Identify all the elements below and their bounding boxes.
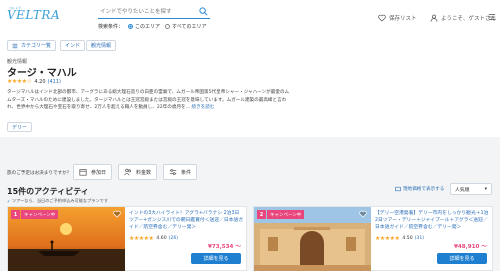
- local-price-link[interactable]: 現地価格で表示する: [395, 186, 444, 192]
- activity-card[interactable]: 1 キャンペーン中 インドの3大ハイライト！アグラ+バラナシ 2泊3日ツアー+ガ…: [7, 206, 247, 271]
- currency-icon: [395, 186, 401, 192]
- page-title: タージ・マハル: [7, 68, 77, 79]
- description: タージマハルはインド北部の都市、アーグラにある総大理石造りの白亜の霊廟で、ムガー…: [7, 90, 290, 111]
- category-list-button[interactable]: カテゴリ一覧: [7, 40, 57, 51]
- rating-stars: ★★★★★: [129, 235, 154, 242]
- list-icon: [12, 43, 18, 48]
- radio-this-area[interactable]: [128, 24, 134, 29]
- campaign-badge: キャンペーン中: [267, 210, 305, 219]
- account-link[interactable]: ようこそ、ゲストさん: [430, 14, 496, 22]
- calendar-icon: [79, 169, 87, 176]
- plan-question: 旅のご予定はお決まりですか？: [7, 171, 72, 176]
- card-title[interactable]: インドの3大ハイライト！アグラ+バラナシ 2泊3日ツアー+ガンジス川での朝日鑑賞…: [129, 210, 244, 231]
- rank-badge: 2: [257, 210, 266, 219]
- price-filter-button[interactable]: 料金数: [118, 164, 158, 180]
- date-filter-button[interactable]: 参加日: [73, 164, 113, 180]
- same-day-note: ⚡ ツアーなら、当日のご予約申込み可能なプランです: [7, 198, 109, 204]
- card-price: ¥73,534 〜: [207, 244, 241, 250]
- condition-filter-button[interactable]: 条件: [163, 164, 198, 180]
- tag-sightseeing[interactable]: 観光情報: [86, 40, 117, 51]
- heart-icon[interactable]: [359, 210, 367, 220]
- user-icon: [430, 14, 438, 22]
- search-box[interactable]: [98, 5, 210, 19]
- rating-stars: ★★★★★: [375, 235, 400, 242]
- filter-icon: [169, 169, 177, 175]
- rating-count[interactable]: (411): [48, 79, 61, 85]
- chip-delhi[interactable]: デリー: [7, 122, 33, 132]
- activity-card[interactable]: 2 キャンペーン中 【デリー空港発着】デリー市内をしっかり観光＋1泊2日ツアー・…: [253, 206, 493, 271]
- search-condition: 検索条件： このエリア すべてのエリア: [98, 24, 207, 30]
- people-icon: [124, 168, 131, 176]
- radio-all-areas[interactable]: [165, 24, 171, 29]
- rating-stars: ★★★★☆: [7, 78, 32, 85]
- card-rating: ★★★★★ 4.50 (31): [375, 235, 425, 242]
- tag-india[interactable]: インド: [60, 40, 86, 51]
- rating: ★★★★☆ 4.20 (411): [7, 78, 61, 85]
- card-price: ¥48,910 〜: [453, 244, 487, 250]
- campaign-badge: キャンペーン中: [21, 210, 59, 219]
- details-button[interactable]: 詳細を見る: [191, 253, 241, 264]
- read-more-link[interactable]: 続きを読む: [192, 105, 215, 110]
- rank-badge: 1: [11, 210, 20, 219]
- heart-icon: [378, 14, 386, 22]
- saved-list-link[interactable]: 保存リスト: [378, 14, 417, 22]
- card-rating: ★★★★★ 4.60 (26): [129, 235, 179, 242]
- chevron-down-icon: ▾: [484, 186, 487, 192]
- veltra-logo[interactable]: ベルトラ VELTRA: [7, 6, 67, 26]
- sort-select[interactable]: 人気順 ▾: [450, 183, 492, 195]
- details-button[interactable]: 詳細を見る: [437, 253, 487, 264]
- heart-icon[interactable]: [113, 210, 121, 220]
- card-title[interactable]: 【デリー空港発着】デリー市内をしっかり観光＋1泊2日ツアー・デリー＋ジャイプール…: [375, 210, 490, 231]
- menu-icon[interactable]: [488, 13, 496, 23]
- search-input[interactable]: [100, 7, 195, 17]
- activity-count: 15件のアクティビティ: [7, 187, 89, 196]
- bolt-icon: ⚡: [7, 198, 10, 204]
- search-icon[interactable]: [199, 7, 208, 16]
